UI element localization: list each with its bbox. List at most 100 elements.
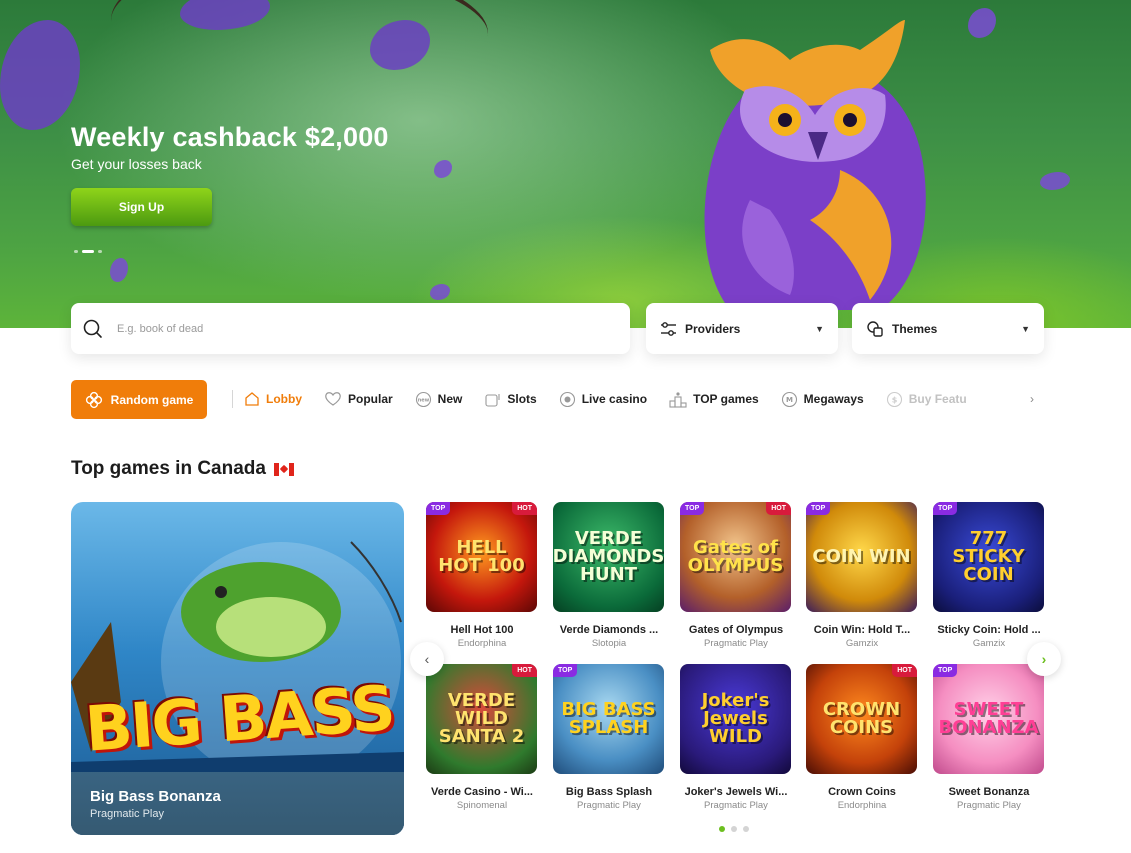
petal-decor bbox=[968, 8, 996, 38]
game-name[interactable]: Verde Casino - Wi... bbox=[426, 786, 538, 798]
themes-label: Themes bbox=[892, 321, 938, 336]
game-provider: Pragmatic Play bbox=[957, 800, 1021, 811]
slide-dot[interactable] bbox=[98, 250, 102, 253]
top-badge: TOP bbox=[806, 502, 831, 515]
hot-badge: HOT bbox=[512, 664, 537, 677]
nav-item-label: Live casino bbox=[581, 392, 648, 406]
game-name[interactable]: Sweet Bonanza bbox=[933, 786, 1045, 798]
top-badge: TOP bbox=[680, 502, 705, 515]
top-badge: TOP bbox=[553, 664, 578, 677]
game-thumbnail-art: COIN WIN bbox=[812, 546, 911, 567]
featured-caption: Big Bass Bonanza Pragmatic Play bbox=[71, 772, 404, 835]
game-card[interactable]: VERDE DIAMONDS HUNT Verde Diamonds ... Slo… bbox=[553, 502, 665, 649]
podium-icon bbox=[669, 391, 687, 408]
game-thumbnail[interactable]: BIG BASS SPLASH TOP bbox=[553, 664, 664, 774]
chevron-right-icon[interactable]: › bbox=[1030, 392, 1034, 406]
game-name[interactable]: Big Bass Splash bbox=[553, 786, 665, 798]
game-provider: Gamzix bbox=[845, 638, 879, 649]
game-thumbnail[interactable]: CROWN COINS HOT bbox=[806, 664, 917, 774]
nav-item-top-games[interactable]: TOP games bbox=[669, 391, 759, 408]
featured-game-name: Big Bass Bonanza bbox=[90, 788, 221, 805]
game-name[interactable]: Coin Win: Hold T... bbox=[806, 624, 918, 636]
chevron-left-icon[interactable]: ‹ bbox=[410, 642, 444, 676]
random-game-button[interactable]: Random game bbox=[71, 380, 207, 419]
search-bar[interactable] bbox=[71, 303, 630, 354]
game-provider: Pragmatic Play bbox=[704, 638, 768, 649]
game-thumbnail[interactable]: SWEET BONANZA TOP bbox=[933, 664, 1044, 774]
game-thumbnail-art: Joker's Jewels WILD bbox=[701, 690, 770, 747]
hero-banner[interactable]: Weekly cashback $2,000 Get your losses b… bbox=[0, 0, 1131, 328]
game-thumbnail-art: HELL HOT 100 bbox=[438, 537, 525, 576]
nav-item-label: Popular bbox=[348, 392, 393, 406]
section-title: Top games in Canada bbox=[71, 458, 266, 479]
nav-item-label: TOP games bbox=[693, 392, 759, 406]
themes-dropdown[interactable]: Themes ▼ bbox=[852, 303, 1044, 354]
featured-game-card[interactable]: BIG BASS Big Bass Bonanza Pragmatic Play bbox=[71, 502, 404, 835]
game-thumbnail-art: 777 STICKY COIN bbox=[952, 528, 1025, 585]
game-card[interactable]: BIG BASS SPLASH TOP Big Bass Splash Pragmat… bbox=[553, 664, 665, 811]
svg-text:new: new bbox=[417, 397, 429, 403]
game-card[interactable]: VERDE WILD SANTA 2 HOT Verde Casino - Wi..… bbox=[426, 664, 538, 811]
game-name[interactable]: Sticky Coin: Hold ... bbox=[933, 624, 1045, 636]
hero-subtitle: Get your losses back bbox=[71, 156, 202, 172]
svg-text:M: M bbox=[786, 396, 793, 404]
featured-game-provider: Pragmatic Play bbox=[90, 808, 164, 820]
pager-dot[interactable] bbox=[743, 826, 749, 832]
game-card[interactable]: SWEET BONANZA TOP Sweet Bonanza Pragmatic P… bbox=[933, 664, 1045, 811]
hero-slide-dots[interactable] bbox=[74, 250, 102, 253]
nav-item-new[interactable]: new New bbox=[415, 391, 463, 408]
top-badge: TOP bbox=[426, 502, 451, 515]
pager-dot-active[interactable] bbox=[719, 826, 725, 832]
game-thumbnail[interactable]: COIN WIN TOP bbox=[806, 502, 917, 612]
petal-decor bbox=[430, 284, 450, 300]
game-thumbnail[interactable]: 777 STICKY COIN TOP bbox=[933, 502, 1044, 612]
game-card[interactable]: 777 STICKY COIN TOP Sticky Coin: Hold ... G… bbox=[933, 502, 1045, 649]
game-provider: Pragmatic Play bbox=[704, 800, 768, 811]
nav-item-label: Lobby bbox=[266, 392, 302, 406]
chevron-right-icon[interactable]: › bbox=[1027, 642, 1061, 676]
game-thumbnail-art: CROWN COINS bbox=[822, 699, 901, 738]
game-card[interactable]: COIN WIN TOP Coin Win: Hold T... Gamzix bbox=[806, 502, 918, 649]
nav-item-popular[interactable]: Popular bbox=[324, 391, 393, 407]
game-name[interactable]: Hell Hot 100 bbox=[426, 624, 538, 636]
filter-sliders-icon bbox=[661, 321, 676, 336]
sign-up-button[interactable]: Sign Up bbox=[71, 188, 212, 226]
nav-item-lobby[interactable]: Lobby bbox=[244, 391, 302, 407]
slide-dot[interactable] bbox=[74, 250, 78, 253]
nav-item-buy-featu[interactable]: $ Buy Featu bbox=[886, 391, 967, 408]
petal-decor bbox=[110, 258, 128, 282]
game-thumbnail[interactable]: Joker's Jewels WILD bbox=[680, 664, 791, 774]
game-name[interactable]: Gates of Olympus bbox=[680, 624, 792, 636]
heart-icon bbox=[324, 391, 342, 407]
game-thumbnail-art: Gates of OLYMPUS bbox=[687, 537, 784, 576]
game-card[interactable]: HELL HOT 100 TOP HOT Hell Hot 100 Endorphina bbox=[426, 502, 538, 649]
providers-dropdown[interactable]: Providers ▼ bbox=[646, 303, 838, 354]
game-name[interactable]: Joker's Jewels Wi... bbox=[680, 786, 792, 798]
game-card[interactable]: Joker's Jewels WILD Joker's Jewels Wi... P… bbox=[680, 664, 792, 811]
game-name[interactable]: Crown Coins bbox=[806, 786, 918, 798]
petal-decor bbox=[434, 160, 452, 178]
game-thumbnail[interactable]: HELL HOT 100 TOP HOT bbox=[426, 502, 537, 612]
nav-item-megaways[interactable]: M Megaways bbox=[781, 391, 864, 408]
game-card[interactable]: CROWN COINS HOT Crown Coins Endorphina bbox=[806, 664, 918, 811]
game-thumbnail[interactable]: VERDE WILD SANTA 2 HOT bbox=[426, 664, 537, 774]
search-input[interactable] bbox=[117, 322, 597, 335]
slide-dot-active[interactable] bbox=[82, 250, 94, 253]
carousel-pager[interactable] bbox=[719, 826, 749, 832]
pager-dot[interactable] bbox=[731, 826, 737, 832]
game-provider: Pragmatic Play bbox=[577, 800, 641, 811]
nav-item-live-casino[interactable]: Live casino bbox=[559, 391, 647, 408]
game-thumbnail[interactable]: VERDE DIAMONDS HUNT bbox=[553, 502, 664, 612]
game-provider: Slotopia bbox=[591, 638, 627, 649]
home-icon bbox=[244, 391, 260, 407]
nav-item-slots[interactable]: Slots bbox=[484, 391, 537, 408]
game-thumbnail[interactable]: Gates of OLYMPUS TOP HOT bbox=[680, 502, 791, 612]
game-provider: Gamzix bbox=[972, 638, 1006, 649]
game-provider: Endorphina bbox=[457, 638, 507, 649]
game-card[interactable]: Gates of OLYMPUS TOP HOT Gates of Olympus Pr… bbox=[680, 502, 792, 649]
game-name[interactable]: Verde Diamonds ... bbox=[553, 624, 665, 636]
live-icon bbox=[559, 391, 576, 408]
nav-item-label: New bbox=[437, 392, 463, 406]
owl-mascot-illustration bbox=[704, 20, 926, 310]
category-nav[interactable]: Lobby Popular new New Slots Live casino TOP ga… bbox=[244, 388, 1004, 410]
